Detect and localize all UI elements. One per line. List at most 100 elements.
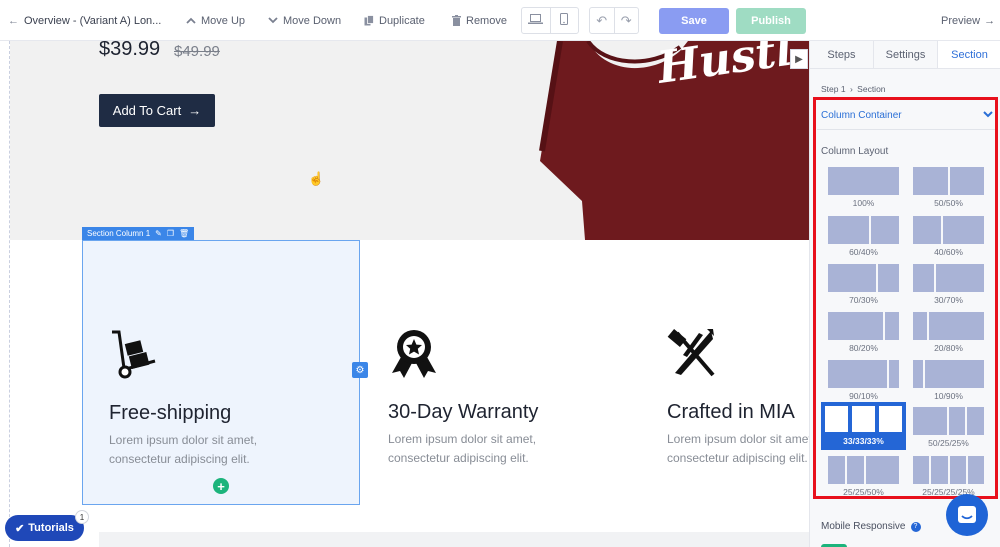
layout-option-label: 10/90% — [934, 391, 963, 401]
layout-option-25-25-25-25[interactable]: 25/25/25/25% — [913, 456, 984, 497]
tab-section[interactable]: Section — [938, 41, 1000, 68]
feature-title: Free-shipping — [109, 402, 232, 424]
remove-button[interactable]: Remove — [452, 0, 507, 41]
layout-preview — [913, 407, 984, 435]
breadcrumb-separator-icon: › — [849, 84, 853, 94]
chevron-down-icon — [268, 17, 278, 24]
layout-option-25-25-50[interactable]: 25/25/50% — [828, 456, 899, 497]
duplicate-icon[interactable]: ❐ — [167, 229, 174, 238]
chevron-down-icon — [983, 110, 993, 121]
hero-section[interactable]: $39.99 $49.99 Add To Cart → ☝ Hustl — [10, 41, 809, 240]
layout-option-50-25-25[interactable]: 50/25/25% — [913, 407, 984, 448]
feature-description-line-2: consectetur adipiscing elit. — [109, 452, 250, 466]
feature-description-line-1: Lorem ipsum dolor sit amet, — [388, 432, 537, 446]
edit-icon[interactable]: ✎ — [155, 229, 162, 238]
layout-option-label: 100% — [852, 198, 875, 208]
layout-option-label: 70/30% — [849, 295, 878, 305]
redo-button[interactable]: ↷ — [615, 8, 639, 33]
tutorials-button[interactable]: ✔ Tutorials — [5, 515, 84, 541]
layout-option-label: 30/70% — [934, 295, 963, 305]
publish-button[interactable]: Publish — [736, 8, 806, 34]
layout-option-label: 25/25/50% — [843, 487, 884, 497]
add-to-cart-button[interactable]: Add To Cart → — [99, 94, 215, 127]
add-element-button[interactable]: + — [213, 478, 229, 494]
device-switcher — [521, 7, 579, 34]
layout-option-40-60[interactable]: 40/60% — [913, 216, 984, 257]
layout-option-33-33-33[interactable]: 33/33/33% — [821, 402, 906, 450]
tab-settings[interactable]: Settings — [874, 41, 938, 68]
trash-icon[interactable]: 🗑 — [179, 229, 189, 238]
layout-preview — [828, 167, 899, 195]
award-ribbon-icon — [392, 330, 436, 378]
breadcrumb-step[interactable]: Step 1 — [821, 84, 846, 94]
feature-description-line-2: consectetur adipiscing elit. — [388, 451, 529, 465]
undo-button[interactable]: ↶ — [590, 8, 615, 33]
mobile-view-button[interactable] — [551, 8, 579, 33]
feature-warranty: 30-Day Warranty Lorem ipsum dolor sit am… — [388, 327, 628, 468]
mobile-icon — [560, 12, 569, 30]
layout-option-label: 90/10% — [849, 391, 878, 401]
column-container-dropdown[interactable]: Column Container — [821, 110, 993, 121]
move-down-label: Move Down — [283, 14, 342, 27]
back-to-overview-link[interactable]: ← Overview - (Variant A) Lon... — [8, 0, 161, 41]
chat-icon — [958, 506, 976, 523]
chevron-up-icon — [186, 17, 196, 24]
layout-option-80-20[interactable]: 80/20% — [828, 312, 899, 353]
layout-option-20-80[interactable]: 20/80% — [913, 312, 984, 353]
arrow-right-icon: → — [188, 103, 202, 118]
mobile-responsive-row: Mobile Responsive ? — [821, 521, 921, 532]
desktop-view-button[interactable] — [522, 8, 551, 33]
top-toolbar: ← Overview - (Variant A) Lon... Move Up … — [0, 0, 1000, 41]
save-button[interactable]: Save — [659, 8, 729, 34]
plus-icon: + — [217, 478, 225, 494]
layout-preview — [913, 312, 984, 340]
section-column-tag: Section Column 1 ✎ ❐ 🗑 — [82, 227, 195, 240]
layout-option-60-40[interactable]: 60/40% — [828, 216, 899, 257]
feature-free-shipping: Free-shipping Lorem ipsum dolor sit amet… — [109, 328, 349, 469]
settings-panel: Steps Settings Section Step 1 › Section … — [809, 41, 1000, 547]
section-column-tag-label: Section Column 1 — [87, 229, 151, 238]
preview-link[interactable]: Preview → — [941, 0, 995, 41]
column-layout-heading: Column Layout — [821, 146, 889, 157]
column-container-label: Column Container — [821, 110, 902, 121]
chevron-right-icon: ▶ — [795, 53, 803, 65]
remove-label: Remove — [466, 14, 507, 27]
duplicate-icon — [364, 15, 374, 26]
layout-preview — [828, 264, 899, 292]
features-section[interactable]: Section Column 1 ✎ ❐ 🗑 ⚙ + Free-shipping… — [10, 227, 809, 530]
layout-option-50-50[interactable]: 50/50% — [913, 167, 984, 208]
laptop-icon — [528, 12, 544, 30]
layout-option-label: 40/60% — [934, 247, 963, 257]
tab-steps[interactable]: Steps — [810, 41, 874, 68]
layout-preview — [913, 360, 984, 388]
layout-option-label: 33/33/33% — [843, 436, 884, 446]
editor-canvas: $39.99 $49.99 Add To Cart → ☝ Hustl ▶ Se… — [0, 41, 809, 547]
product-price: $39.99 — [99, 41, 161, 60]
mobile-responsive-label: Mobile Responsive — [821, 521, 906, 532]
undo-icon: ↶ — [596, 12, 608, 28]
layout-option-30-70[interactable]: 30/70% — [913, 264, 984, 305]
layout-preview — [913, 167, 984, 195]
layout-preview — [828, 360, 899, 388]
chat-widget-button[interactable] — [946, 494, 988, 536]
duplicate-button[interactable]: Duplicate — [364, 0, 425, 41]
history-controls: ↶ ↷ — [589, 7, 639, 34]
layout-option-10-90[interactable]: 10/90% — [913, 360, 984, 401]
layout-option-100[interactable]: 100% — [828, 167, 899, 208]
preview-label: Preview — [941, 14, 981, 27]
move-up-button[interactable]: Move Up — [186, 0, 245, 41]
feature-description-line-1: Lorem ipsum dolor sit amet, — [109, 433, 258, 447]
layout-option-label: 20/80% — [934, 343, 963, 353]
layout-option-70-30[interactable]: 70/30% — [828, 264, 899, 305]
move-up-label: Move Up — [201, 14, 246, 27]
layout-option-90-10[interactable]: 90/10% — [828, 360, 899, 401]
breadcrumb-section: Section — [857, 84, 886, 94]
product-old-price: $49.99 — [174, 43, 220, 60]
move-down-button[interactable]: Move Down — [268, 0, 341, 41]
column-settings-button[interactable]: ⚙ — [352, 362, 368, 378]
layout-preview — [913, 264, 984, 292]
layout-option-label: 50/50% — [934, 198, 963, 208]
layout-preview — [913, 456, 984, 484]
collapse-panel-button[interactable]: ▶ — [790, 49, 808, 69]
help-icon[interactable]: ? — [910, 521, 921, 532]
